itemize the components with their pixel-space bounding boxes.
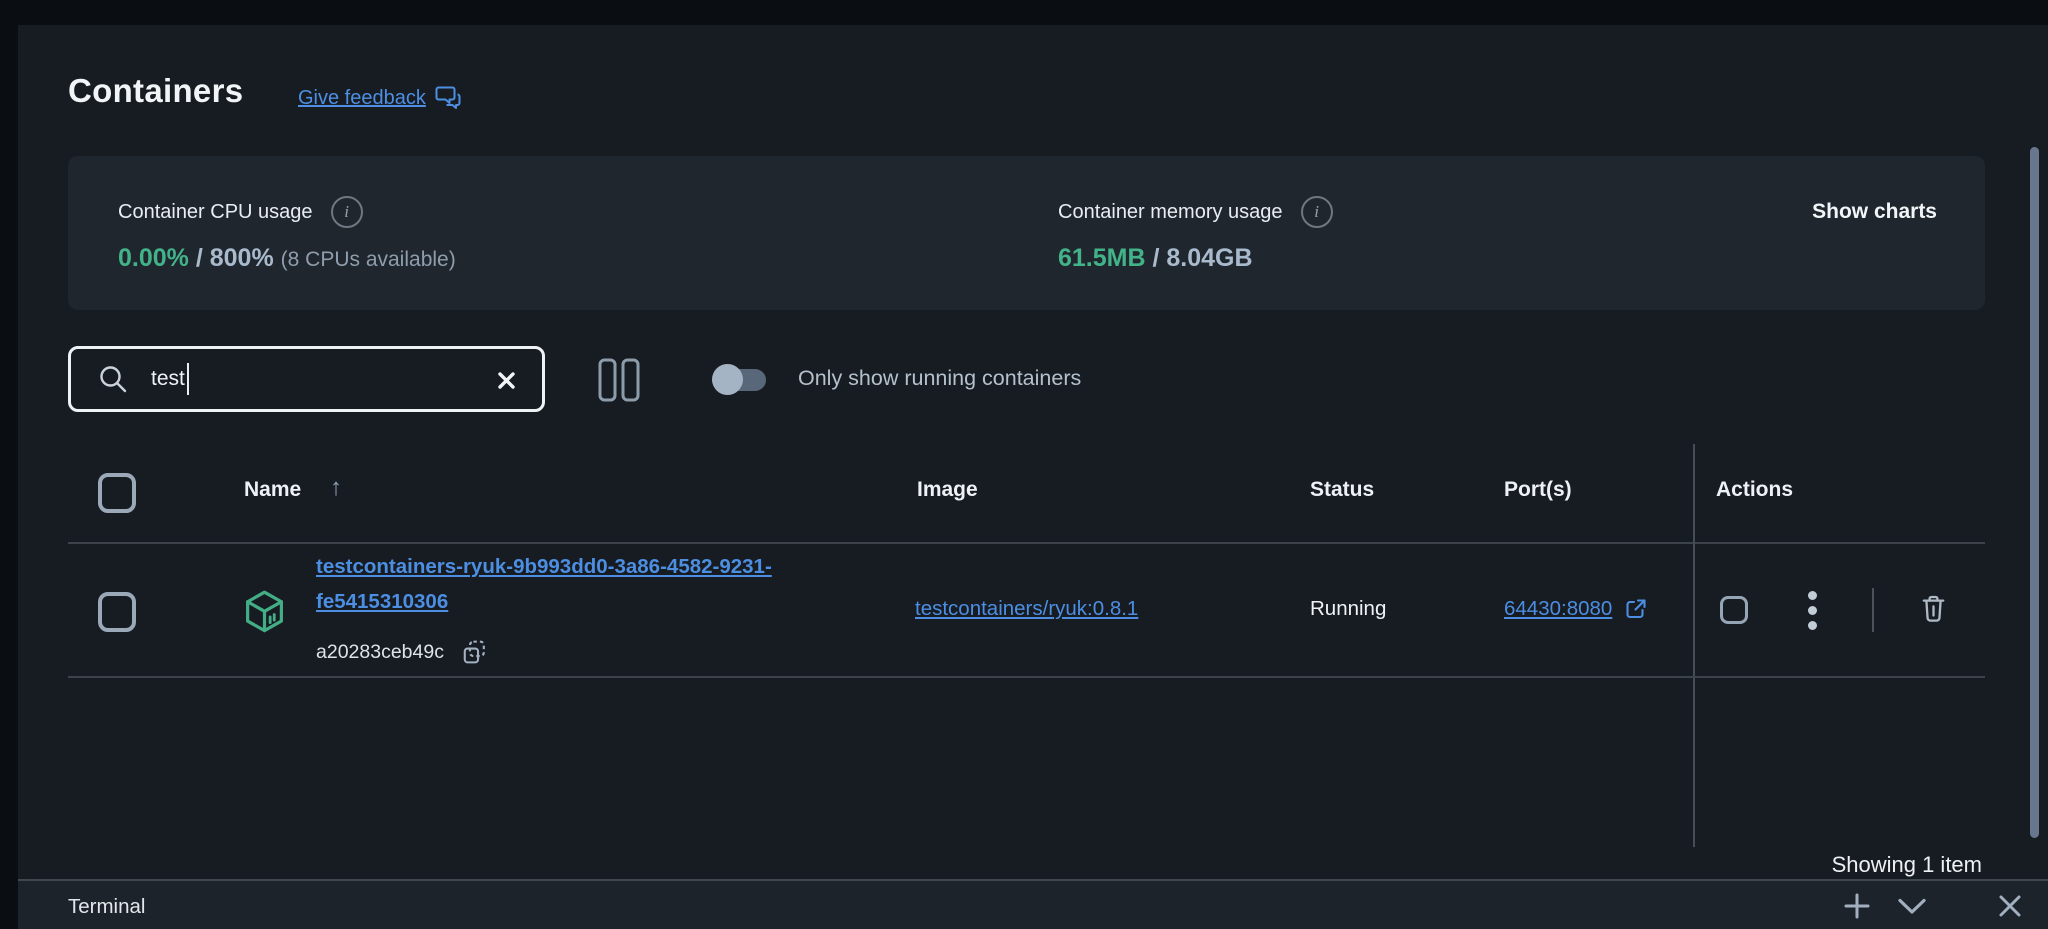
main-content: Containers Give feedback Container CPU u… bbox=[18, 25, 2048, 929]
actions-column-divider bbox=[1693, 444, 1695, 847]
terminal-title: Terminal bbox=[68, 895, 145, 919]
port-cell: 64430:8080 bbox=[1504, 597, 1648, 621]
row-divider bbox=[68, 676, 1985, 678]
actions-divider bbox=[1872, 588, 1874, 632]
delete-container-button[interactable] bbox=[1918, 592, 1949, 626]
memory-usage-label: Container memory usage bbox=[1058, 201, 1283, 224]
port-link[interactable]: 64430:8080 bbox=[1504, 597, 1612, 621]
header-divider bbox=[68, 542, 1985, 544]
toggle-knob bbox=[712, 364, 743, 395]
terminal-new-icon[interactable] bbox=[1843, 892, 1871, 920]
feedback-bubbles-icon bbox=[435, 85, 462, 111]
container-name-link[interactable]: testcontainers-ryuk-9b993dd0-3a86-4582-9… bbox=[316, 549, 778, 619]
memory-info-icon[interactable]: i bbox=[1301, 196, 1333, 228]
terminal-collapse-icon[interactable] bbox=[1897, 898, 1927, 915]
image-link[interactable]: testcontainers/ryuk:0.8.1 bbox=[915, 597, 1138, 621]
column-header-ports[interactable]: Port(s) bbox=[1504, 478, 1572, 502]
status-value: Running bbox=[1310, 597, 1386, 621]
cpu-usage-label: Container CPU usage bbox=[118, 201, 313, 224]
give-feedback-label: Give feedback bbox=[298, 87, 426, 110]
terminal-bar: Terminal bbox=[18, 879, 2048, 929]
cpu-usage-block: Container CPU usage i bbox=[118, 196, 363, 228]
select-all-checkbox[interactable] bbox=[98, 473, 136, 513]
row-menu-button[interactable] bbox=[1806, 589, 1819, 632]
running-only-label: Only show running containers bbox=[798, 366, 1081, 391]
search-icon bbox=[97, 363, 129, 395]
showing-count: Showing 1 item bbox=[1682, 852, 1982, 878]
clear-search-button[interactable] bbox=[497, 371, 516, 390]
cpu-info-icon[interactable]: i bbox=[331, 196, 363, 228]
running-only-toggle[interactable] bbox=[712, 364, 770, 395]
usage-stats-card: Container CPU usage i 0.00% / 800% (8 CP… bbox=[68, 156, 1985, 310]
view-columns-icon[interactable] bbox=[598, 358, 640, 402]
cpu-available-note: (8 CPUs available) bbox=[281, 248, 456, 271]
external-link-icon[interactable] bbox=[1624, 597, 1648, 621]
memory-separator: / bbox=[1146, 244, 1167, 272]
column-header-image[interactable]: Image bbox=[917, 478, 978, 502]
search-input[interactable]: test bbox=[68, 346, 545, 412]
cpu-used-value: 0.00% bbox=[118, 244, 189, 272]
memory-usage-block: Container memory usage i bbox=[1058, 196, 1333, 228]
row-checkbox[interactable] bbox=[98, 592, 136, 632]
terminal-close-icon[interactable] bbox=[1997, 893, 2023, 919]
column-header-actions: Actions bbox=[1716, 478, 1793, 502]
give-feedback-link[interactable]: Give feedback bbox=[298, 85, 462, 111]
container-cube-icon bbox=[242, 588, 287, 635]
memory-total-value: 8.04GB bbox=[1166, 244, 1252, 272]
container-id-text: a20283ceb49c bbox=[316, 641, 444, 664]
column-header-status[interactable]: Status bbox=[1310, 478, 1374, 502]
cpu-total-value: 800% bbox=[210, 244, 274, 272]
memory-used-value: 61.5MB bbox=[1058, 244, 1146, 272]
show-charts-button[interactable]: Show charts bbox=[1812, 200, 1937, 224]
containers-page: Containers Give feedback Container CPU u… bbox=[0, 0, 2048, 929]
page-title: Containers bbox=[68, 72, 243, 110]
memory-usage-value: 61.5MB / 8.04GB bbox=[1058, 244, 1253, 273]
column-header-name[interactable]: Name bbox=[244, 478, 301, 502]
container-id: a20283ceb49c bbox=[316, 637, 488, 667]
search-value: test bbox=[151, 367, 185, 391]
sort-ascending-icon[interactable]: ↑ bbox=[330, 474, 342, 502]
cpu-separator: / bbox=[189, 244, 210, 272]
vertical-scrollbar[interactable] bbox=[2030, 147, 2039, 838]
copy-icon[interactable] bbox=[460, 637, 488, 667]
cpu-usage-value: 0.00% / 800% (8 CPUs available) bbox=[118, 244, 456, 273]
text-caret bbox=[187, 363, 189, 395]
stop-container-button[interactable] bbox=[1720, 596, 1748, 624]
